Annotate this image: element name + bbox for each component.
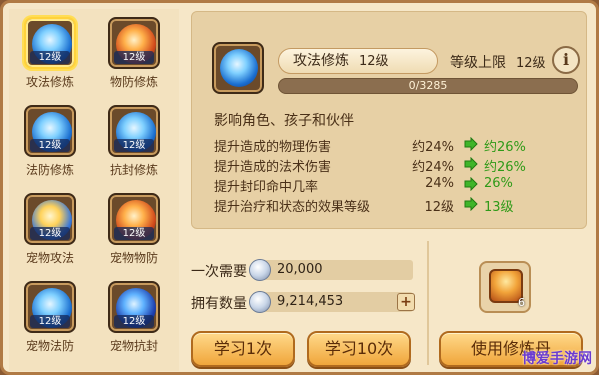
add-currency-button[interactable]: + <box>397 293 415 311</box>
skill-level: 12级 <box>114 51 154 64</box>
skill-icon: 12级 <box>108 281 160 333</box>
skill-icon: 12级 <box>24 281 76 333</box>
effect-label: 提升造成的物理伤害 <box>214 140 332 155</box>
skill-detail-panel: 攻法修炼 12级 等级上限 12级 i 0/3285 影响角色、孩子和伙伴 提升造成… <box>181 9 595 371</box>
info-button[interactable]: i <box>552 46 580 74</box>
effect-current: 12级 <box>424 200 454 215</box>
skill-level: 12级 <box>30 315 70 328</box>
effect-row: 提升封印命中几率 24% 26% <box>214 174 574 195</box>
skill-name: 宠物攻法 <box>25 251 74 265</box>
divider <box>427 241 429 365</box>
effect-next: 约26% <box>484 140 526 155</box>
skill-icon: 12级 <box>108 17 160 69</box>
skill-title: 攻法修炼 12级 <box>278 48 438 74</box>
item-count: 6 <box>518 296 525 309</box>
cost-need-value: 20,000 <box>263 260 413 280</box>
skill-name: 抗封修炼 <box>109 163 158 177</box>
skill-name: 宠物抗封 <box>109 339 158 353</box>
effect-label: 提升治疗和状态的效果等级 <box>214 200 371 215</box>
skill-icon: 12级 <box>24 105 76 157</box>
skill-item[interactable]: 12级宠物攻法 <box>15 189 85 275</box>
level-limit: 等级上限 12级 <box>450 52 546 72</box>
effect-label: 提升造成的法术伤害 <box>214 160 332 175</box>
effect-label: 提升封印命中几率 <box>214 180 319 195</box>
skill-name: 宠物法防 <box>25 339 74 353</box>
selected-skill-icon <box>212 42 264 94</box>
silver-coin-icon <box>249 291 271 313</box>
effect-next: 约26% <box>484 160 526 175</box>
cost-need-label: 一次需要 <box>191 264 247 280</box>
effect-row: 提升治疗和状态的效果等级 12级 13级 <box>214 194 574 215</box>
cost-own-label: 拥有数量 <box>191 296 247 312</box>
skill-icon: 12级 <box>24 193 76 245</box>
effect-current: 约24% <box>412 140 454 155</box>
level-limit-value: 12级 <box>516 56 546 71</box>
learn-once-button[interactable]: 学习1次 <box>191 331 295 367</box>
skill-item[interactable]: 12级宠物抗封 <box>99 277 169 363</box>
exp-progress-text: 0/3285 <box>408 79 448 92</box>
cultivation-window: 12级 攻法修炼 12级 物防修炼 12级 法防修炼 12级 抗封修炼 12级 宠物攻法 12级 宠物… <box>0 0 599 375</box>
skill-item[interactable]: 12级物防修炼 <box>99 13 169 99</box>
skill-name: 物防修炼 <box>109 75 158 89</box>
skill-level: 12级 <box>114 139 154 152</box>
skill-title-level: 12级 <box>359 54 389 69</box>
cultivation-pill-slot[interactable]: 6 <box>479 261 531 313</box>
skill-icon: 12级 <box>24 17 76 69</box>
skill-level: 12级 <box>114 315 154 328</box>
arrow-right-icon <box>464 177 478 191</box>
effect-row: 提升造成的物理伤害 约24% 约26% <box>214 134 574 155</box>
watermark: 博爱手游网 <box>522 351 592 367</box>
arrow-right-icon <box>464 157 478 171</box>
skill-icon: 12级 <box>108 193 160 245</box>
cost-own-value: 9,214,453 <box>263 292 413 312</box>
skill-icon: 12级 <box>108 105 160 157</box>
skill-item[interactable]: 12级法防修炼 <box>15 101 85 187</box>
effect-next: 13级 <box>484 200 514 215</box>
cost-own-row: 拥有数量 9,214,453 + <box>191 291 421 313</box>
effect-current: 24% <box>425 176 454 191</box>
skill-info-box: 攻法修炼 12级 等级上限 12级 i 0/3285 影响角色、孩子和伙伴 提升造成… <box>191 11 587 229</box>
effect-next: 26% <box>484 176 513 191</box>
skill-name: 攻法修炼 <box>25 75 74 89</box>
arrow-right-icon <box>464 137 478 151</box>
skill-level: 12级 <box>30 51 70 64</box>
learn-ten-button[interactable]: 学习10次 <box>307 331 411 367</box>
skill-level: 12级 <box>30 139 70 152</box>
skill-list: 12级 攻法修炼 12级 物防修炼 12级 法防修炼 12级 抗封修炼 12级 宠物攻法 12级 宠物… <box>9 9 179 371</box>
effect-list: 提升造成的物理伤害 约24% 约26% 提升造成的法术伤害 约24% 约26% 提升封印命中… <box>214 134 574 215</box>
skill-item[interactable]: 12级宠物物防 <box>99 189 169 275</box>
skill-orb-icon <box>220 49 258 87</box>
cost-area: 一次需要 20,000 拥有数量 9,214,453 + 学习1次 学习10次 <box>191 237 421 367</box>
arrow-right-icon <box>464 197 478 211</box>
affects-title: 影响角色、孩子和伙伴 <box>214 113 354 129</box>
cost-need-row: 一次需要 20,000 <box>191 259 421 281</box>
skill-item[interactable]: 12级宠物法防 <box>15 277 85 363</box>
skill-title-text: 攻法修炼 <box>293 53 349 69</box>
level-limit-label: 等级上限 <box>450 55 506 71</box>
skill-name: 法防修炼 <box>25 163 74 177</box>
effect-row: 提升造成的法术伤害 约24% 约26% <box>214 154 574 175</box>
skill-item[interactable]: 12级抗封修炼 <box>99 101 169 187</box>
skill-name: 宠物物防 <box>109 251 158 265</box>
skill-level: 12级 <box>30 227 70 240</box>
skill-item[interactable]: 12级攻法修炼 <box>15 13 85 99</box>
exp-progress-bar: 0/3285 <box>278 78 578 94</box>
silver-coin-icon <box>249 259 271 281</box>
skill-level: 12级 <box>114 227 154 240</box>
effect-current: 约24% <box>412 160 454 175</box>
